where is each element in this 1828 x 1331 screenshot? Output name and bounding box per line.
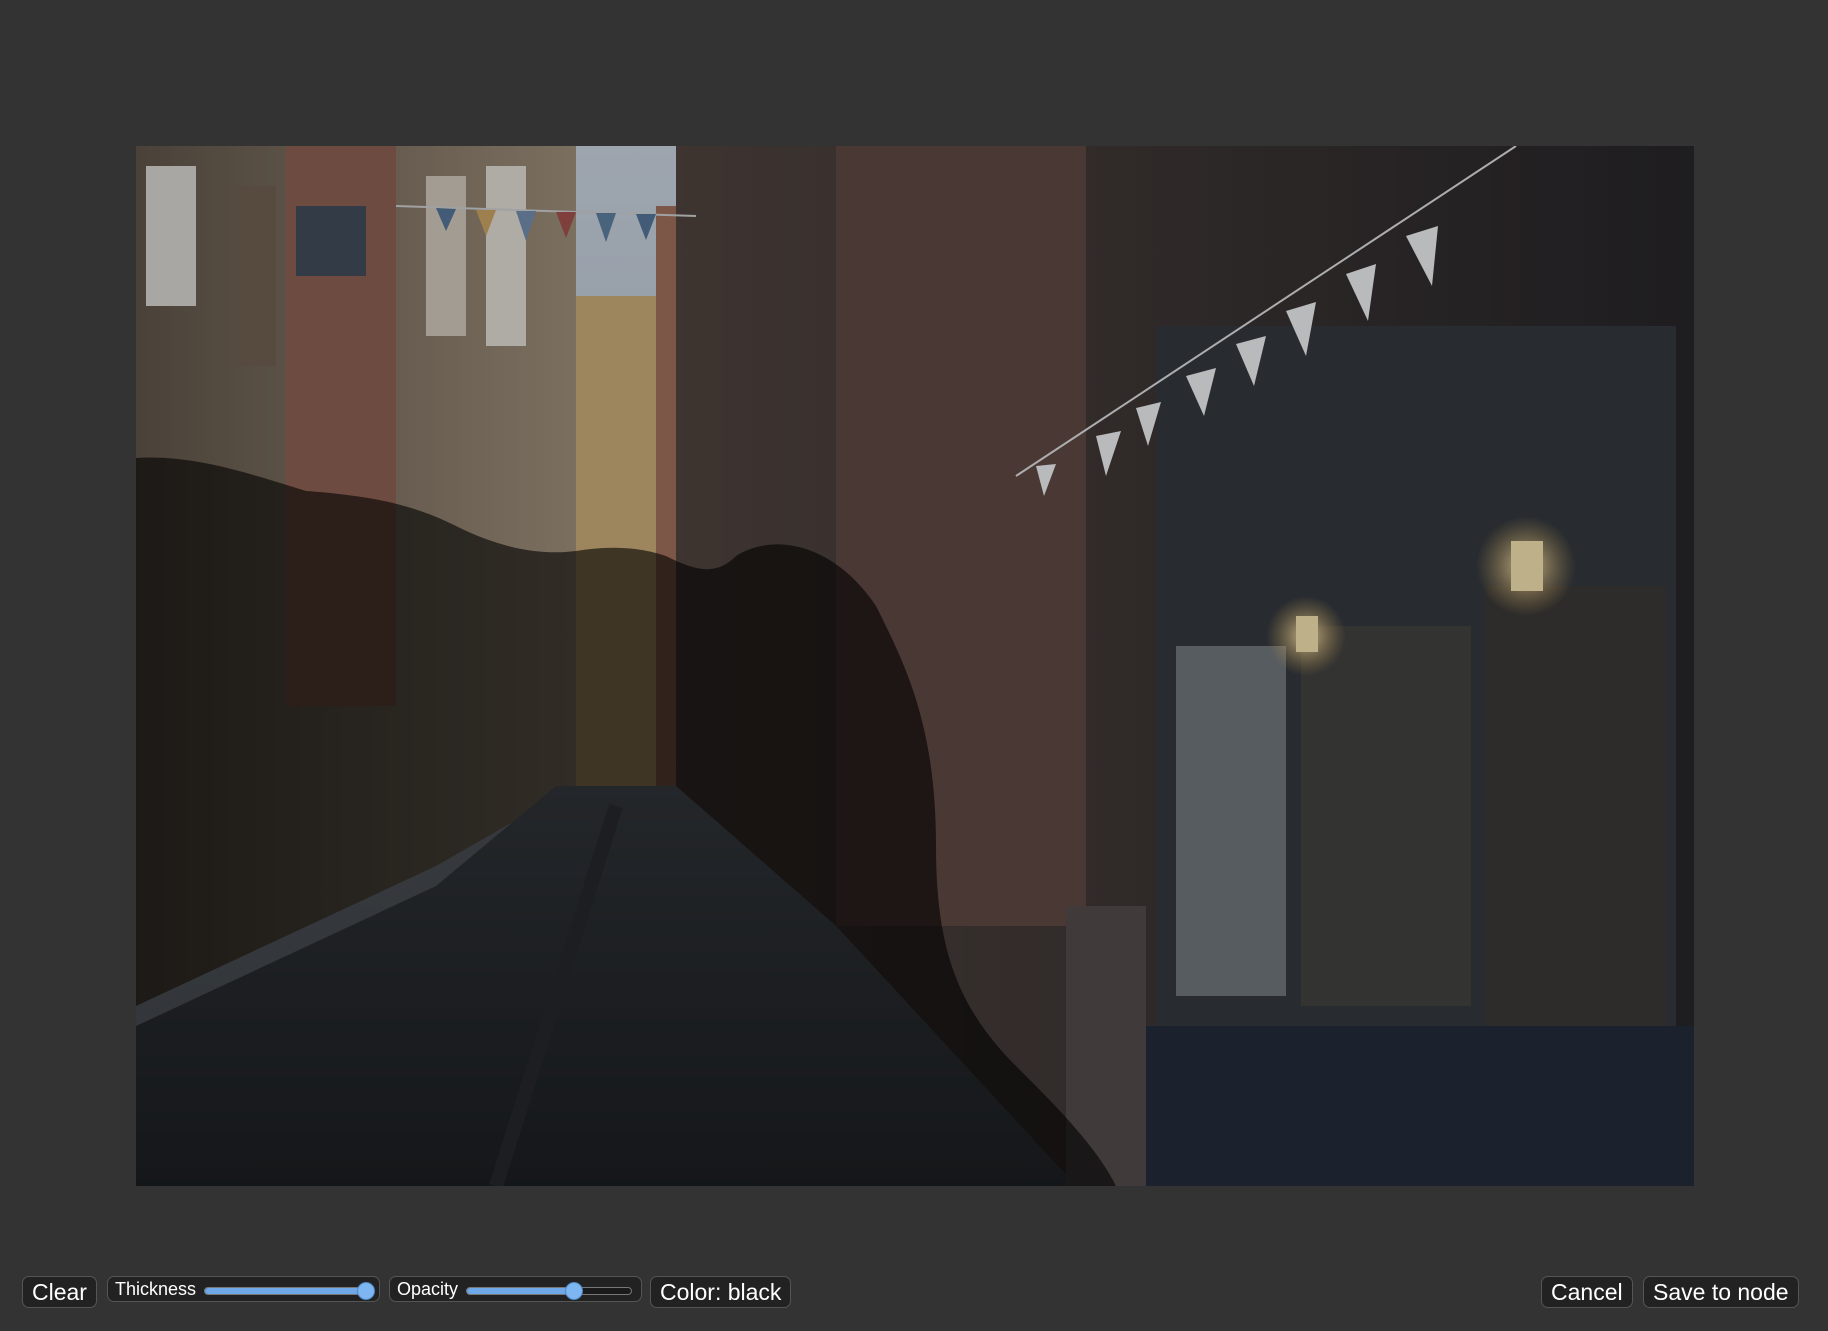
mask-canvas[interactable] xyxy=(136,146,1694,1186)
mask-editor-toolbar: Clear Thickness Opacity Color: black Can… xyxy=(0,1272,1828,1314)
cancel-button[interactable]: Cancel xyxy=(1541,1276,1633,1308)
mask-editor: Clear Thickness Opacity Color: black Can… xyxy=(0,0,1828,1331)
opacity-slider[interactable] xyxy=(466,1282,632,1300)
clear-button[interactable]: Clear xyxy=(22,1276,97,1308)
opacity-slider-thumb[interactable] xyxy=(564,1282,583,1300)
thickness-slider-fill xyxy=(205,1288,366,1294)
opacity-slider-fill xyxy=(467,1288,574,1294)
thickness-slider[interactable] xyxy=(204,1282,375,1300)
opacity-label: Opacity xyxy=(397,1279,459,1299)
thickness-slider-group: Thickness xyxy=(107,1276,380,1302)
save-to-node-button[interactable]: Save to node xyxy=(1643,1276,1799,1308)
color-button[interactable]: Color: black xyxy=(650,1276,792,1308)
opacity-slider-group: Opacity xyxy=(389,1276,642,1302)
image-canvas-svg[interactable] xyxy=(136,146,1694,1186)
thickness-slider-thumb[interactable] xyxy=(356,1282,375,1300)
thickness-label: Thickness xyxy=(115,1279,197,1299)
